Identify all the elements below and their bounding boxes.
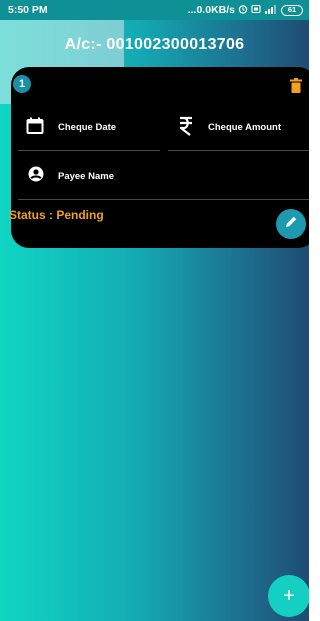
cheque-amount-field[interactable]: Cheque Amount [208, 122, 281, 133]
calendar-icon [26, 117, 44, 140]
app-screen: 5:50 PM ...0.0KB/s 61 A/c:- 001002300013… [0, 0, 309, 621]
battery-level: 61 [287, 5, 297, 15]
cheque-date-field[interactable]: Cheque Date [58, 122, 116, 133]
alarm-icon [238, 4, 248, 17]
add-cheque-button[interactable]: + [268, 575, 309, 617]
status-time: 5:50 PM [8, 4, 48, 16]
payee-name-field[interactable]: Payee Name [58, 171, 114, 182]
status-bar: 5:50 PM ...0.0KB/s 61 [0, 0, 309, 20]
battery-icon: 61 [281, 4, 303, 16]
account-circle-icon [28, 166, 44, 187]
network-speed: ...0.0KB/s [187, 4, 235, 16]
payee-name-underline [18, 199, 309, 200]
signal-icon [264, 4, 278, 17]
delete-icon[interactable] [290, 78, 302, 93]
sim-icon [251, 4, 261, 17]
account-number-title: A/c:- 001002300013706 [64, 36, 245, 53]
status-indicators: ...0.0KB/s 61 [188, 4, 303, 17]
rupee-icon [178, 116, 194, 141]
pencil-icon [283, 214, 299, 235]
cheque-amount-underline [168, 150, 309, 151]
cheque-index-badge: 1 [13, 75, 31, 93]
status-pending-label: Status : Pending [9, 208, 104, 222]
edit-button[interactable] [276, 209, 306, 239]
plus-icon: + [283, 584, 295, 607]
cheque-date-underline [18, 150, 160, 151]
